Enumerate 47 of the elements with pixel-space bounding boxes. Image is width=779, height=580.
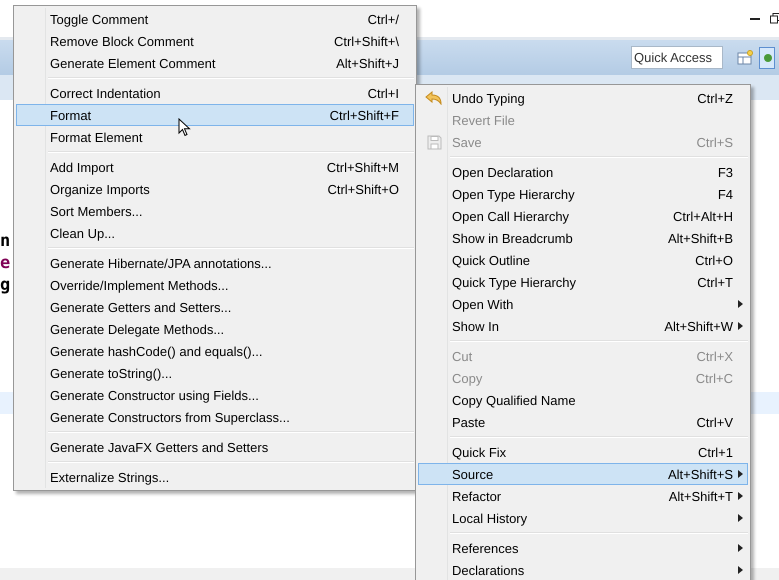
menu-item[interactable]: Generate toString()... — [16, 362, 414, 384]
menu-item[interactable]: Quick Fix Ctrl+1 — [418, 441, 748, 463]
menu-item[interactable]: Show in Breadcrumb Alt+Shift+B — [418, 227, 748, 249]
menu-item[interactable]: Format Element — [16, 126, 414, 148]
menu-item[interactable]: Local History — [418, 507, 748, 529]
menu-item[interactable]: Quick Type Hierarchy Ctrl+T — [418, 271, 748, 293]
menu-item[interactable]: Override/Implement Methods... — [16, 274, 414, 296]
undo-arrow-icon — [425, 91, 443, 105]
menu-item[interactable]: Format Ctrl+Shift+F — [16, 104, 414, 126]
menu-item[interactable]: Organize Imports Ctrl+Shift+O — [16, 178, 414, 200]
menu-item[interactable]: Undo Typing Ctrl+Z — [418, 87, 748, 109]
menu-item[interactable]: Open Call Hierarchy Ctrl+Alt+H — [418, 205, 748, 227]
menu-item[interactable]: Remove Block Comment Ctrl+Shift+\ — [16, 30, 414, 52]
menu-item[interactable]: Open Type Hierarchy F4 — [418, 183, 748, 205]
menu-item[interactable]: Declarations — [418, 559, 748, 580]
menu-item[interactable]: Paste Ctrl+V — [418, 411, 748, 433]
menu-item[interactable]: Copy Qualified Name — [418, 389, 748, 411]
menu-item[interactable]: Generate Delegate Methods... — [16, 318, 414, 340]
menu-item[interactable]: Generate Getters and Setters... — [16, 296, 414, 318]
menu-item[interactable]: Generate Constructors from Superclass... — [16, 406, 414, 428]
menu-item[interactable]: Source Alt+Shift+S — [418, 463, 748, 485]
mouse-pointer-icon — [178, 118, 191, 137]
menu-item[interactable]: Open With — [418, 293, 748, 315]
menu-item[interactable]: Correct Indentation Ctrl+I — [16, 82, 414, 104]
menu-item[interactable]: Toggle Comment Ctrl+/ — [16, 8, 414, 30]
menu-item[interactable]: Refactor Alt+Shift+T — [418, 485, 748, 507]
menu-item[interactable]: Generate Hibernate/JPA annotations... — [16, 252, 414, 274]
code-text: e — [0, 252, 10, 274]
menu-item[interactable]: Quick Outline Ctrl+O — [418, 249, 748, 271]
code-text: g — [0, 274, 10, 296]
menu-item[interactable]: Generate hashCode() and equals()... — [16, 340, 414, 362]
menu-item[interactable]: Sort Members... — [16, 200, 414, 222]
menu-item[interactable]: Open Declaration F3 — [418, 161, 748, 183]
menu-item[interactable]: Generate Constructor using Fields... — [16, 384, 414, 406]
maximize-icon[interactable] — [770, 13, 779, 24]
menu-item[interactable]: Show In Alt+Shift+W — [418, 315, 748, 337]
menu-item[interactable]: Externalize Strings... — [16, 466, 414, 488]
menu-item[interactable]: Clean Up... — [16, 222, 414, 244]
save-icon — [426, 134, 442, 150]
quick-access-field[interactable]: Quick Access — [631, 46, 723, 69]
minimize-icon[interactable] — [750, 16, 760, 20]
menu-item[interactable]: Generate Element Comment Alt+Shift+J — [16, 52, 414, 74]
menu-item[interactable]: Add Import Ctrl+Shift+M — [16, 156, 414, 178]
menu-item[interactable]: References — [418, 537, 748, 559]
code-text: n — [0, 230, 10, 252]
perspective-icon[interactable] — [737, 50, 753, 65]
menu-item[interactable]: Generate JavaFX Getters and Setters — [16, 436, 414, 458]
